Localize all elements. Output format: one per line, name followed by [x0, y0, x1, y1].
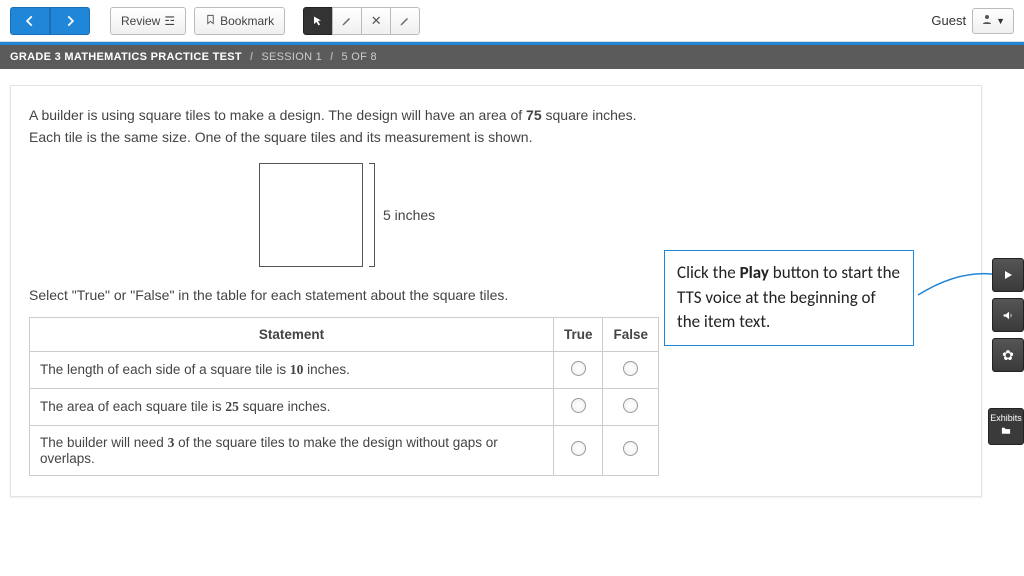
folder-icon — [999, 428, 1013, 438]
breadcrumb: GRADE 3 MATHEMATICS PRACTICE TEST / SESS… — [0, 45, 1024, 69]
table-row: The builder will need 3 of the square ti… — [30, 425, 659, 475]
next-button[interactable] — [50, 7, 90, 35]
top-toolbar: Review ☲ Bookmark ✕ Guest ▼ — [0, 0, 1024, 42]
user-icon — [981, 13, 993, 28]
settings-button[interactable]: ✿ — [992, 338, 1024, 372]
user-menu-button[interactable]: ▼ — [972, 8, 1014, 34]
prev-button[interactable] — [10, 7, 50, 35]
pencil-tool[interactable] — [332, 7, 362, 35]
radio-true[interactable] — [571, 361, 586, 376]
list-icon: ☲ — [164, 14, 175, 28]
dimension-label: 5 inches — [383, 207, 435, 223]
bookmark-button[interactable]: Bookmark — [194, 7, 285, 35]
tile-dimension: 5 inches — [369, 163, 435, 267]
radio-true[interactable] — [571, 441, 586, 456]
table-row: The length of each side of a square tile… — [30, 351, 659, 388]
gear-icon: ✿ — [1002, 347, 1014, 364]
bookmark-icon — [205, 13, 216, 29]
review-label: Review — [121, 14, 160, 28]
x-icon: ✕ — [371, 13, 382, 29]
highlight-tool[interactable] — [390, 7, 420, 35]
tile-square — [259, 163, 363, 267]
radio-true[interactable] — [571, 398, 586, 413]
side-tools: ✿ Exhibits — [992, 258, 1024, 445]
breadcrumb-sep: / — [330, 51, 333, 63]
col-true: True — [553, 317, 603, 351]
clear-tool[interactable]: ✕ — [361, 7, 391, 35]
exhibits-button[interactable]: Exhibits — [988, 408, 1024, 445]
play-button[interactable] — [992, 258, 1024, 292]
table-row: The area of each square tile is 25 squar… — [30, 388, 659, 425]
pointer-tool[interactable] — [303, 7, 333, 35]
radio-false[interactable] — [623, 441, 638, 456]
col-false: False — [603, 317, 659, 351]
user-label: Guest — [931, 13, 966, 28]
question-stem: A builder is using square tiles to make … — [29, 104, 669, 149]
breadcrumb-position: 5 OF 8 — [341, 51, 376, 63]
caret-down-icon: ▼ — [996, 16, 1005, 26]
announce-button[interactable] — [992, 298, 1024, 332]
nav-group — [10, 7, 90, 35]
exhibits-label: Exhibits — [989, 413, 1023, 423]
true-false-table: Statement True False The length of each … — [29, 317, 659, 476]
instruction-callout: Click the Play button to start the TTS v… — [664, 250, 914, 346]
annotation-group: ✕ — [303, 7, 420, 35]
radio-false[interactable] — [623, 361, 638, 376]
breadcrumb-sep: / — [250, 51, 253, 63]
radio-false[interactable] — [623, 398, 638, 413]
review-button[interactable]: Review ☲ — [110, 7, 186, 35]
bookmark-label: Bookmark — [220, 14, 274, 28]
user-area: Guest ▼ — [931, 8, 1014, 34]
col-statement: Statement — [30, 317, 554, 351]
breadcrumb-session: SESSION 1 — [261, 51, 322, 63]
dimension-bracket — [369, 163, 375, 267]
breadcrumb-test: GRADE 3 MATHEMATICS PRACTICE TEST — [10, 51, 242, 63]
